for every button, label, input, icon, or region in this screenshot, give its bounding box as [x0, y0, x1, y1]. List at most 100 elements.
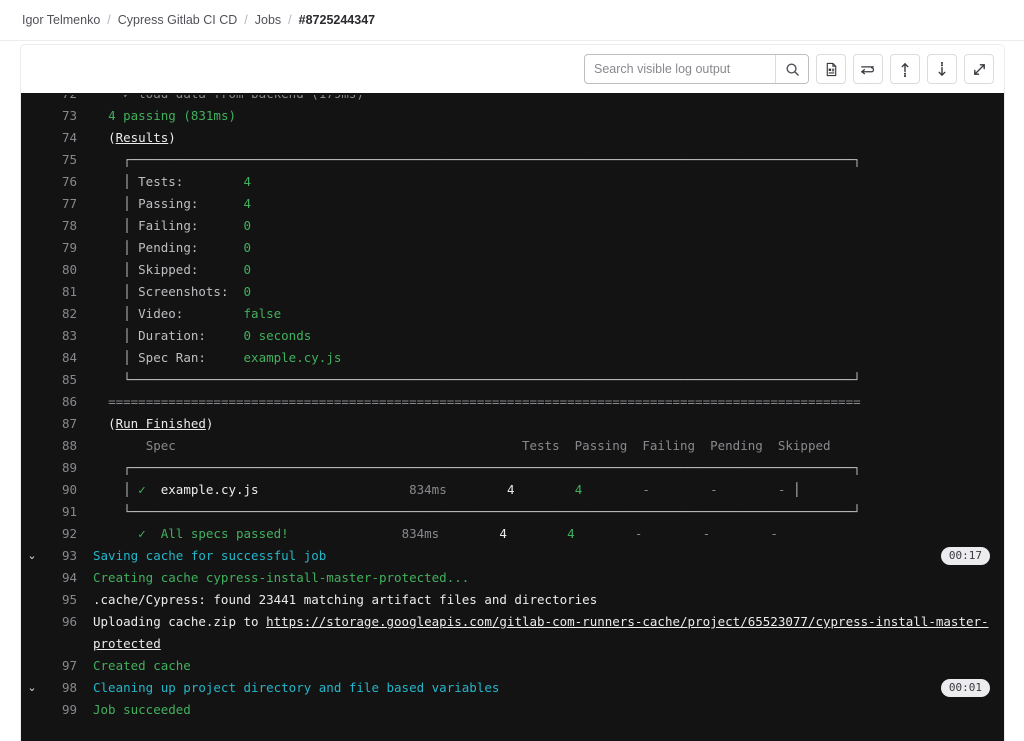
log-output[interactable]: 72 ✓ load data from backend (179ms) 73 4… — [21, 93, 1004, 741]
log-line-number: 94 — [61, 570, 77, 585]
log-line-text: │ Tests: 4 — [79, 171, 990, 193]
job-log-card: 72 ✓ load data from backend (179ms) 73 4… — [20, 44, 1005, 741]
log-text-segment: │ Video: — [93, 306, 244, 321]
log-text-segment: - — [717, 482, 786, 497]
log-text-segment: All specs passed! — [145, 526, 289, 541]
log-text-segment: ) — [205, 416, 214, 431]
log-text-segment: ┌───────────────────────────────────────… — [93, 460, 861, 475]
scroll-to-top-button[interactable] — [890, 54, 920, 84]
log-line-text: ┌───────────────────────────────────────… — [79, 457, 990, 479]
breadcrumb-item-3[interactable]: Jobs — [255, 13, 281, 27]
log-line-text: ========================================… — [79, 391, 990, 413]
log-text-segment — [93, 526, 138, 541]
log-line-number: 83 — [61, 328, 77, 343]
log-line-text: │ Video: false — [79, 303, 990, 325]
log-text-segment: - — [582, 482, 650, 497]
arrow-up-icon — [898, 62, 912, 77]
chevron-down-icon[interactable]: ⌄ — [21, 545, 43, 567]
log-line-text: │ Passing: 4 — [79, 193, 990, 215]
log-text-segment: ========================================… — [93, 394, 861, 409]
search-input[interactable] — [585, 55, 775, 83]
log-line-number: 84 — [61, 350, 77, 365]
log-text-segment: - — [574, 526, 643, 541]
log-line-text: 4 passing (831ms) — [79, 105, 990, 127]
log-text-segment: ┌───────────────────────────────────────… — [93, 152, 861, 167]
log-text-segment: │ Tests: — [93, 174, 244, 189]
log-text-segment: ✓ — [138, 526, 146, 541]
log-text-segment: 0 — [243, 218, 252, 233]
log-text-segment: │ Screenshots: — [93, 284, 244, 299]
log-text-segment: 4 — [243, 174, 252, 189]
log-line: 91 └────────────────────────────────────… — [21, 501, 1004, 523]
log-line-text: │ Skipped: 0 — [79, 259, 990, 281]
log-text-segment: - — [649, 482, 718, 497]
log-text-segment: Created cache — [93, 658, 191, 673]
log-text-segment: 4 — [514, 482, 583, 497]
log-line-number: 78 — [61, 218, 77, 233]
log-line-text: └───────────────────────────────────────… — [79, 501, 990, 523]
log-line-number: 80 — [61, 262, 77, 277]
log-text-segment: - — [710, 526, 778, 541]
log-text-segment: false — [243, 306, 282, 321]
log-line: 84 │ Spec Ran: example.cy.js — [21, 347, 1004, 369]
log-text-segment: ) — [168, 130, 176, 145]
scroll-to-bottom-button[interactable] — [927, 54, 957, 84]
log-line-number: 91 — [61, 504, 77, 519]
log-line-text: (Run Finished) — [79, 413, 990, 435]
log-line: 82 │ Video: false — [21, 303, 1004, 325]
section-duration-badge: 00:01 — [940, 679, 990, 697]
search-button[interactable] — [775, 55, 808, 83]
log-line-clipped: 72 ✓ load data from backend (179ms) — [21, 95, 1004, 105]
log-search — [584, 54, 809, 84]
log-line: 76 │ Tests: 4 — [21, 171, 1004, 193]
raw-log-button[interactable] — [816, 54, 846, 84]
log-line-number: 95 — [61, 592, 77, 607]
log-text-segment: example.cy.js — [145, 482, 259, 497]
log-text-segment: ✓ — [138, 482, 146, 497]
log-text-segment: 834ms — [258, 482, 447, 497]
log-line: 80 │ Skipped: 0 — [21, 259, 1004, 281]
log-line-number: 90 — [61, 482, 77, 497]
log-line-number: 82 — [61, 306, 77, 321]
log-text-segment: ( — [93, 416, 116, 431]
log-line-number: 73 — [61, 108, 77, 123]
breadcrumb-item-2[interactable]: Cypress Gitlab CI CD — [118, 13, 237, 27]
log-text-segment: │ Skipped: — [93, 262, 244, 277]
log-line-text: │ Screenshots: 0 — [79, 281, 990, 303]
log-line-text: └───────────────────────────────────────… — [79, 369, 990, 391]
log-line-text: │ Duration: 0 seconds — [79, 325, 990, 347]
log-line: 99 Job succeeded — [21, 699, 1004, 721]
file-document-icon — [824, 62, 839, 77]
log-line-number: 86 — [61, 394, 77, 409]
log-text-segment: │ Failing: — [93, 218, 244, 233]
chevron-down-icon[interactable]: ⌄ — [21, 677, 43, 699]
log-text-segment: .cache/Cypress: found 23441 matching art… — [93, 592, 598, 607]
breadcrumb-item-1[interactable]: Igor Telmenko — [22, 13, 100, 27]
log-text-segment: 0 seconds — [243, 328, 312, 343]
breadcrumb-separator: / — [288, 13, 292, 27]
log-line-number: 89 — [61, 460, 77, 475]
log-line-text: Created cache — [79, 655, 990, 677]
log-line[interactable]: ⌄ 93 Saving cache for successful job 00:17 — [21, 545, 1004, 567]
log-line-text: ✓ load data from backend (179ms) — [79, 95, 990, 105]
log-line[interactable]: ⌄ 98 Cleaning up project directory and fil… — [21, 677, 1004, 699]
log-line-text: Uploading cache.zip to https://storage.g… — [79, 611, 990, 655]
breadcrumb: Igor Telmenko / Cypress Gitlab CI CD / Jobs /… — [0, 0, 1024, 41]
log-line-text: Job succeeded — [79, 699, 990, 721]
log-line: 88 Spec Tests Passing Failing Pending Sk… — [21, 435, 1004, 457]
log-line-text: Saving cache for successful job — [79, 545, 990, 567]
log-line: 79 │ Pending: 0 — [21, 237, 1004, 259]
log-text-segment: 4 — [446, 482, 515, 497]
log-text-segment: ( — [93, 130, 116, 145]
log-text-segment: 0 — [243, 262, 252, 277]
log-line: 97 Created cache — [21, 655, 1004, 677]
log-line: 78 │ Failing: 0 — [21, 215, 1004, 237]
log-text-segment: Saving cache for successful job — [93, 548, 327, 563]
log-line-number: 97 — [61, 658, 77, 673]
log-line-number: 98 — [61, 680, 77, 695]
fullscreen-button[interactable] — [964, 54, 994, 84]
log-text-segment: └───────────────────────────────────────… — [93, 372, 861, 387]
log-line-text: │ Spec Ran: example.cy.js — [79, 347, 990, 369]
soft-wrap-button[interactable] — [853, 54, 883, 84]
log-line: 87 (Run Finished) — [21, 413, 1004, 435]
